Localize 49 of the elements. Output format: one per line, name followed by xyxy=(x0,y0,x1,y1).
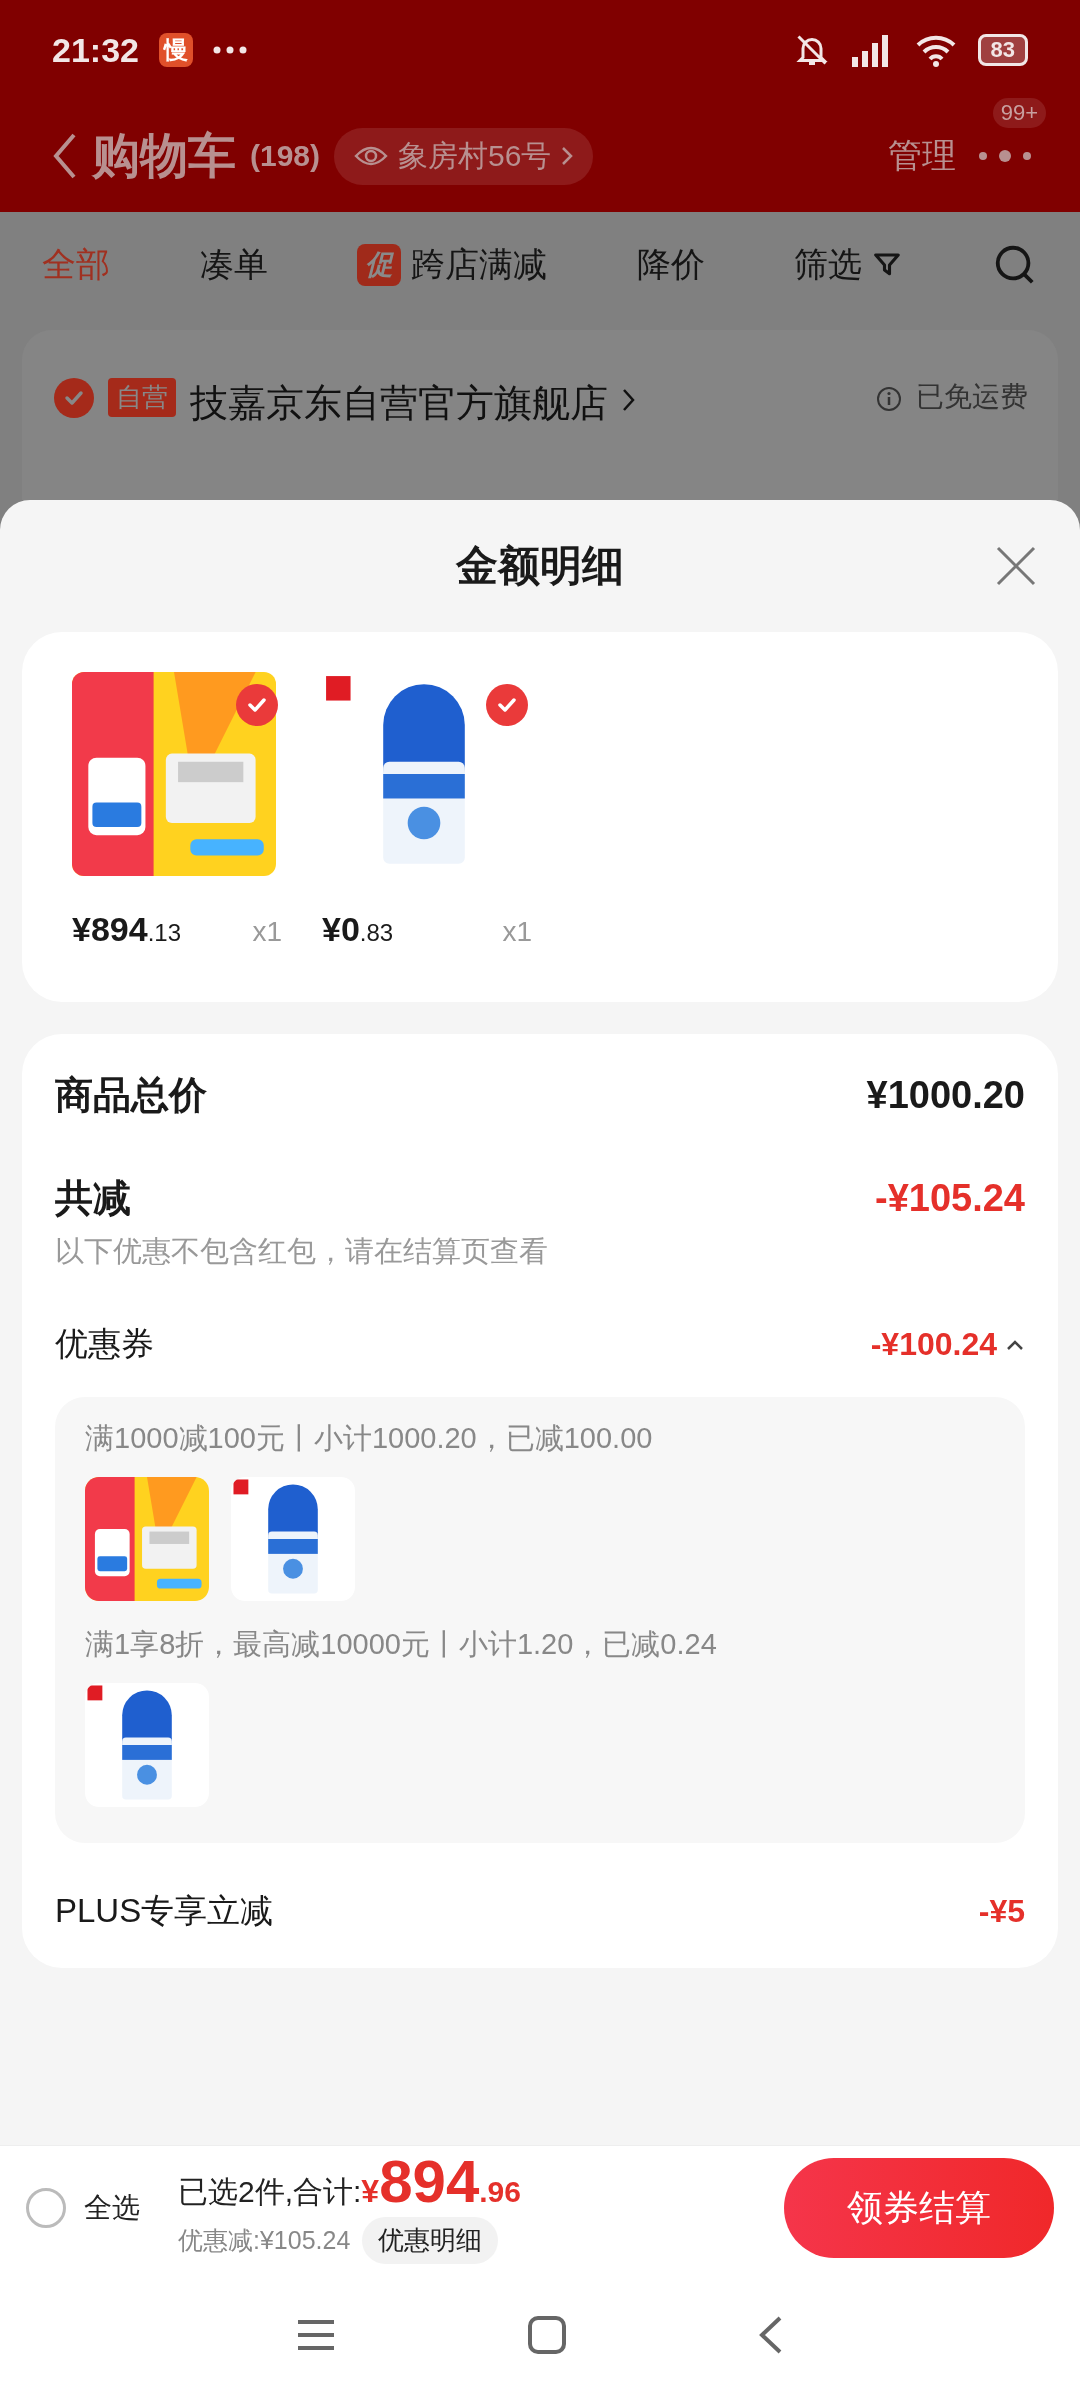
self-operated-tag: 自营 xyxy=(108,378,176,417)
shipping-status: 已免运费 xyxy=(916,380,1028,414)
home-button[interactable] xyxy=(527,2315,567,2355)
location-chip[interactable]: 象房村56号 xyxy=(334,127,594,185)
filter-tab[interactable]: 凑单 xyxy=(199,242,268,288)
coupon-toggle[interactable]: -¥100.24 xyxy=(870,1326,1025,1363)
more-icon[interactable] xyxy=(977,149,1033,163)
total-price: ¥894.96 xyxy=(361,2152,521,2212)
page-title: 购物车 xyxy=(92,128,236,184)
filter-tab[interactable]: 筛选 xyxy=(794,242,903,288)
product-price: ¥894.13 xyxy=(72,910,181,949)
filter-tab[interactable]: 促 跨店满减 xyxy=(357,242,548,288)
message-count-badge: 99+ xyxy=(992,98,1046,128)
discount-detail-button[interactable]: 优惠明细 xyxy=(362,2217,499,2264)
product-quantity: x1 xyxy=(252,916,282,948)
more-icon xyxy=(212,46,247,54)
selected-summary: 已选2件,合计: xyxy=(178,2174,362,2210)
manage-button[interactable]: 管理 xyxy=(888,133,956,179)
back-icon[interactable] xyxy=(52,131,78,181)
total-amount: ¥1000.20 xyxy=(866,1074,1025,1117)
coupon-label: 优惠券 xyxy=(55,1324,154,1364)
chevron-right-icon xyxy=(622,388,636,412)
discount-label: 共减 xyxy=(55,1176,131,1221)
promotion-rule: 满1享8折，最高减10000元丨小计1.20，已减0.24 xyxy=(85,1627,718,1662)
filter-tab[interactable]: 降价 xyxy=(636,242,705,288)
select-all-checkbox[interactable] xyxy=(26,2188,66,2228)
app-notification-icon: 慢 xyxy=(158,33,193,67)
info-icon[interactable] xyxy=(876,386,902,412)
promotion-rule: 满1000减100元丨小计1000.20，已减100.00 xyxy=(85,1421,654,1456)
cart-count: (198) xyxy=(250,139,321,173)
sheet-title: 金额明细 xyxy=(456,541,624,591)
chevron-right-icon xyxy=(561,146,574,166)
store-name[interactable]: 技嘉京东自营官方旗舰店 xyxy=(190,378,608,429)
store-checkbox[interactable] xyxy=(54,378,94,418)
eye-icon xyxy=(354,144,389,168)
plus-discount-label: PLUS专享立减 xyxy=(55,1891,274,1931)
discount-note: 以下优惠不包含红包，请在结算页查看 xyxy=(55,1234,549,1269)
product-quantity: x1 xyxy=(502,916,532,948)
product-price: ¥0.83 xyxy=(322,910,394,949)
plus-discount-amount: -¥5 xyxy=(978,1893,1025,1930)
discount-amount: -¥105.24 xyxy=(875,1177,1025,1220)
total-label: 商品总价 xyxy=(55,1073,207,1118)
discount-summary: 优惠减:¥105.24 xyxy=(178,2225,351,2256)
status-time: 21:32 xyxy=(52,30,139,70)
promo-tag: 促 xyxy=(357,244,402,286)
select-all-label: 全选 xyxy=(84,2191,140,2225)
menu-button[interactable] xyxy=(295,2318,336,2352)
checkout-button[interactable]: 领券结算 xyxy=(784,2158,1054,2258)
battery-indicator: 83 xyxy=(977,34,1028,66)
